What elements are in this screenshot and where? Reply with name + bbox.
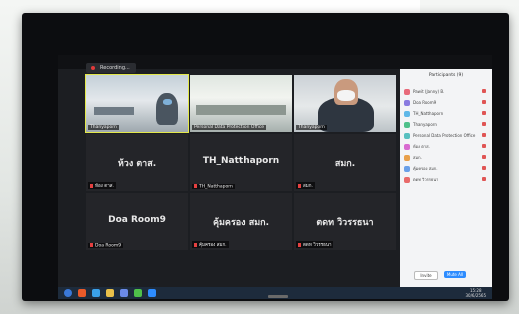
tile-label: ห้อง ตาส.: [88, 182, 116, 189]
participant-name: Doa Room9: [413, 100, 437, 105]
screen: Recording... Thanyaporn Personal Data Pr…: [58, 55, 492, 299]
video-tile-9[interactable]: ตดท วิวรรธนา ตดท วิวรรธนา: [294, 193, 396, 250]
tile-label: คุ้มครอง สมก.: [192, 241, 229, 248]
participant-avatar: [404, 100, 410, 106]
system-clock: 15:28 30/6/2565: [465, 288, 486, 298]
invite-button[interactable]: Invite: [414, 271, 438, 280]
muted-mic-icon: [482, 122, 486, 126]
muted-mic-icon: [482, 155, 486, 159]
participant-row[interactable]: Personal Data Protection Office: [404, 131, 488, 140]
person-shape: [156, 93, 178, 125]
muted-mic-icon: [482, 177, 486, 181]
browser-icon[interactable]: [92, 289, 100, 297]
participant-row[interactable]: Doa Room9: [404, 98, 488, 107]
tile-name: คุ้มครอง สมก.: [212, 218, 270, 228]
participant-name: Pawit (Janny) B.: [413, 89, 445, 94]
participant-name: Personal Data Protection Office: [413, 133, 476, 138]
video-tile-7[interactable]: Doa Room9 Doa Room9: [86, 193, 188, 250]
video-tile-3[interactable]: Thanyaporn: [294, 75, 396, 132]
muted-mic-icon: [194, 183, 197, 188]
participant-row[interactable]: TH_Natthaporn: [404, 109, 488, 118]
muted-mic-icon: [90, 183, 93, 188]
muted-mic-icon: [482, 100, 486, 104]
tile-name: TH_Natthaporn: [202, 156, 280, 166]
participant-avatar: [404, 155, 410, 161]
participant-name: ห้อง ตาส.: [413, 144, 430, 149]
video-tile-5[interactable]: TH_Natthaporn TH_Natthaporn: [190, 134, 292, 191]
clock-date: 30/6/2565: [465, 293, 486, 298]
media-icon[interactable]: [78, 289, 86, 297]
participant-name: TH_Natthaporn: [413, 111, 444, 116]
tile-label: Thanyaporn: [88, 125, 119, 130]
participant-name: คุ้มครอง สมก.: [413, 166, 438, 171]
participant-avatar: [404, 111, 410, 117]
muted-mic-icon: [194, 242, 197, 247]
video-tile-2[interactable]: Personal Data Protection Office: [190, 75, 292, 132]
tile-name: Doa Room9: [108, 215, 166, 225]
tv-brand-logo: [268, 295, 288, 298]
muted-mic-icon: [482, 133, 486, 137]
participant-name: ตดท วิวรรธนา: [413, 177, 439, 182]
participant-avatar: [404, 89, 410, 95]
tile-label: สมก.: [296, 182, 315, 189]
panel-title: Participants (9): [428, 73, 464, 78]
participant-row[interactable]: ตดท วิวรรธนา: [404, 175, 488, 184]
video-tile-1[interactable]: Thanyaporn: [85, 74, 189, 133]
video-tile-8[interactable]: คุ้มครอง สมก. คุ้มครอง สมก.: [190, 193, 292, 250]
tile-label: TH_Natthaporn: [192, 183, 235, 189]
participant-row[interactable]: สมก.: [404, 153, 488, 162]
zoom-icon[interactable]: [148, 289, 156, 297]
recording-indicator: Recording...: [86, 63, 136, 73]
participant-avatar: [404, 133, 410, 139]
participant-name: สมก.: [413, 155, 422, 160]
muted-mic-icon: [298, 242, 301, 247]
video-tile-4[interactable]: ห้วง ตาส. ห้อง ตาส.: [86, 134, 188, 191]
tile-name: ตดท วิวรรธนา: [316, 218, 374, 228]
tile-name: สมก.: [334, 159, 356, 169]
desk-shape: [196, 105, 286, 115]
mute-all-button[interactable]: Mute All: [444, 271, 466, 278]
participants-panel: Participants (9) Pawit (Janny) B. Doa Roo…: [400, 69, 492, 287]
tile-label: Thanyaporn: [296, 125, 327, 130]
muted-mic-icon: [482, 166, 486, 170]
app-icon[interactable]: [120, 289, 128, 297]
muted-mic-icon: [482, 89, 486, 93]
desk-shape: [94, 107, 134, 115]
participant-avatar: [404, 166, 410, 172]
folder-icon[interactable]: [106, 289, 114, 297]
tile-label: Personal Data Protection Office: [192, 125, 267, 130]
tile-name: ห้วง ตาส.: [117, 159, 157, 169]
video-tile-6[interactable]: สมก. สมก.: [294, 134, 396, 191]
participant-avatar: [404, 122, 410, 128]
mask-shape: [337, 90, 355, 101]
participant-avatar: [404, 144, 410, 150]
participant-row[interactable]: Thanyaporn: [404, 120, 488, 129]
mask-shape: [163, 99, 172, 105]
participant-avatar: [404, 177, 410, 183]
muted-mic-icon: [482, 144, 486, 148]
start-icon[interactable]: [64, 289, 72, 297]
participant-name: Thanyaporn: [413, 122, 437, 127]
muted-mic-icon: [482, 111, 486, 115]
muted-mic-icon: [298, 183, 301, 188]
tile-label: Doa Room9: [88, 242, 124, 248]
participant-row[interactable]: คุ้มครอง สมก.: [404, 164, 488, 173]
participant-row[interactable]: ห้อง ตาส.: [404, 142, 488, 151]
muted-mic-icon: [90, 242, 93, 247]
television: Recording... Thanyaporn Personal Data Pr…: [22, 13, 509, 301]
tile-label: ตดท วิวรรธนา: [296, 241, 334, 248]
chrome-icon[interactable]: [134, 289, 142, 297]
participant-row[interactable]: Pawit (Janny) B.: [404, 87, 488, 96]
